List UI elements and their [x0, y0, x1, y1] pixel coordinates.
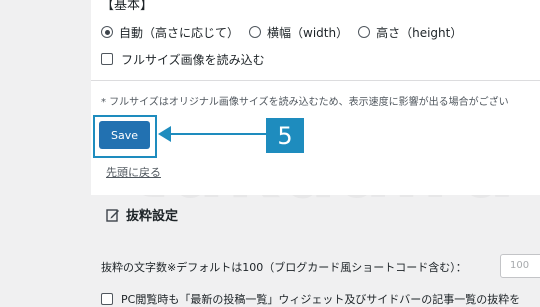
excerpt-section-title: 抜粋設定	[106, 205, 178, 224]
radio-width-label: 横幅（width）	[267, 25, 349, 40]
excerpt-section-title-text: 抜粋設定	[126, 209, 179, 224]
image-section-label: 【基本】	[101, 0, 154, 13]
radio-height-label: 高さ（height）	[376, 25, 463, 40]
fullsize-checkbox-row: フルサイズ画像を読み込む	[101, 50, 265, 68]
annotation-arrow-line	[170, 133, 266, 135]
pc-excerpt-checkbox-label: PC閲覧時も「最新の投稿一覧」ウィジェット及びサイドバーの記事一覧の抜粋を	[121, 293, 521, 306]
fullsize-checkbox[interactable]	[101, 53, 113, 65]
radio-auto[interactable]	[101, 26, 113, 38]
radio-auto-label: 自動（高さに応じて）	[119, 25, 240, 40]
pc-excerpt-checkbox[interactable]	[101, 293, 113, 305]
fullsize-note: * フルサイズはオリジナル画像サイズを読み込むため、表示速度に影響が出る場合がご…	[101, 97, 509, 108]
divider	[91, 80, 540, 81]
image-size-radio-group: 自動（高さに応じて） 横幅（width） 高さ（height）	[101, 22, 472, 42]
excerpt-length-label: 抜粋の文字数※デフォルトは100（ブログカード風ショートコード含む）：	[101, 261, 467, 274]
pc-excerpt-checkbox-row: PC閲覧時も「最新の投稿一覧」ウィジェット及びサイドバーの記事一覧の抜粋を	[101, 291, 520, 307]
back-to-top-link[interactable]: 先頭に戻る	[106, 164, 161, 180]
radio-width[interactable]	[249, 26, 262, 38]
edit-icon	[106, 208, 119, 222]
step-number-badge: 5	[266, 118, 304, 153]
radio-height[interactable]	[358, 26, 371, 38]
fullsize-checkbox-label: フルサイズ画像を読み込む	[121, 52, 265, 67]
save-button[interactable]: Save	[99, 121, 150, 149]
excerpt-length-input[interactable]: 100	[500, 254, 540, 278]
